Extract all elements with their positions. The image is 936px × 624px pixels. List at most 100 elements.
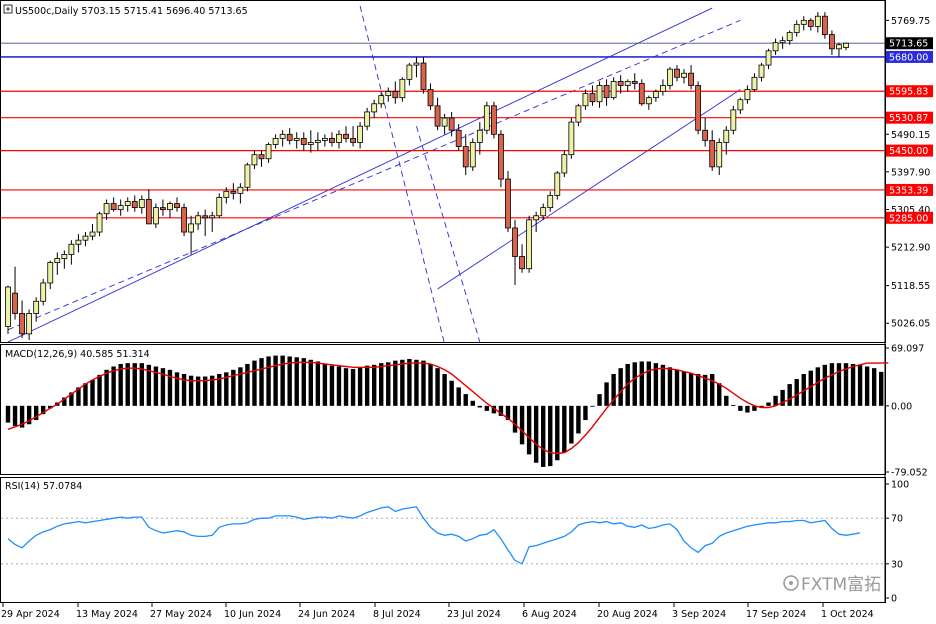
candle-body xyxy=(674,68,680,78)
candle-body xyxy=(47,262,54,284)
candle-body xyxy=(420,62,427,90)
candle-body xyxy=(730,109,737,131)
date-tick-label: 3 Sep 2024 xyxy=(672,609,726,620)
macd-bar xyxy=(357,367,363,406)
macd-tick-label: 69.097 xyxy=(891,344,924,355)
candle-body xyxy=(329,137,335,143)
macd-bar xyxy=(181,374,187,406)
macd-bar xyxy=(386,362,391,406)
candle-body xyxy=(772,42,779,52)
candle-body xyxy=(188,223,194,233)
macd-bar xyxy=(364,365,370,406)
macd-bar xyxy=(266,356,271,406)
date-tick-label: 8 Jul 2024 xyxy=(373,609,421,620)
candle-body xyxy=(265,144,272,160)
candle-body xyxy=(821,15,828,35)
candle-body xyxy=(547,194,554,209)
macd-bar xyxy=(83,383,88,406)
macd-bar xyxy=(456,387,461,406)
candle-body xyxy=(695,85,702,131)
candle-body xyxy=(434,105,441,127)
macd-bar xyxy=(540,405,546,467)
candle-body xyxy=(582,93,589,107)
candle-body xyxy=(110,203,117,211)
macd-bar xyxy=(407,358,412,406)
macd-bar xyxy=(794,379,799,406)
macd-bar xyxy=(336,366,342,406)
candle-body xyxy=(89,231,96,237)
symbol-title: US500c,Daily 5703.15 5715.41 5696.40 571… xyxy=(15,6,248,17)
macd-bar xyxy=(132,363,137,406)
candle-body xyxy=(751,76,758,90)
candle-body xyxy=(526,219,533,270)
level-label: 5680.00 xyxy=(889,52,928,63)
date-tick-label: 29 Apr 2024 xyxy=(1,609,60,620)
candle-body xyxy=(350,137,356,143)
rsi-tick-label: 30 xyxy=(891,559,903,570)
candle-body xyxy=(272,137,279,145)
candle-body xyxy=(448,117,455,131)
trading-chart[interactable]: 5769.755490.155397.905305.405212.905118.… xyxy=(0,0,936,624)
candle-body xyxy=(286,133,293,141)
candle-body xyxy=(667,68,673,86)
candle-body xyxy=(12,292,18,314)
macd-bar xyxy=(710,374,715,406)
candle-body xyxy=(681,72,687,78)
macd-bar xyxy=(477,405,483,408)
macd-bar xyxy=(393,360,398,406)
candle-body xyxy=(279,133,286,139)
candle-body xyxy=(800,19,807,25)
price-tick-label: 5212.90 xyxy=(891,243,930,254)
candle-body xyxy=(441,117,448,127)
macd-bar xyxy=(442,374,447,406)
macd-bar xyxy=(379,363,384,406)
price-tick-label: 5397.90 xyxy=(891,167,930,178)
candle-body xyxy=(814,15,821,27)
candle-body xyxy=(399,78,406,99)
macd-bar xyxy=(322,363,328,406)
candle-body xyxy=(406,64,413,80)
candle-body xyxy=(589,93,596,103)
candle-body xyxy=(723,129,730,143)
macd-bar xyxy=(371,364,377,406)
date-tick-label: 24 Jun 2024 xyxy=(298,609,355,620)
candle-body xyxy=(829,34,835,50)
candle-body xyxy=(174,203,180,209)
candle-body xyxy=(40,282,47,302)
macd-bar xyxy=(864,366,870,406)
macd-bar xyxy=(470,400,475,406)
macd-bar xyxy=(428,363,433,406)
macd-bar xyxy=(569,405,574,444)
candle-body xyxy=(167,203,173,211)
macd-bar xyxy=(738,405,743,411)
macd-bar xyxy=(850,363,856,406)
candle-body xyxy=(476,129,483,143)
macd-bar xyxy=(512,405,518,433)
price-tick-label: 5769.75 xyxy=(891,16,930,27)
rsi-tick-label: 100 xyxy=(891,480,909,491)
candle-body xyxy=(540,207,547,217)
candle-body xyxy=(117,205,124,211)
macd-bar xyxy=(787,384,792,406)
macd-bar xyxy=(104,369,109,406)
candle-body xyxy=(427,89,434,107)
candle-body xyxy=(779,40,786,44)
macd-bar xyxy=(583,405,588,421)
candle-body xyxy=(568,121,575,156)
level-label: 5285.00 xyxy=(889,213,928,224)
macd-bar xyxy=(519,405,525,445)
candle-body xyxy=(19,313,25,335)
date-tick-label: 1 Oct 2024 xyxy=(821,609,874,620)
macd-bar xyxy=(562,405,567,453)
candle-body xyxy=(758,64,765,78)
candle-body xyxy=(575,105,582,123)
macd-bar xyxy=(724,395,729,406)
candle-body xyxy=(392,91,399,99)
candle-body xyxy=(610,80,617,99)
candle-body xyxy=(498,133,504,180)
candle-body xyxy=(54,258,61,263)
macd-bar xyxy=(618,368,623,406)
candle-body xyxy=(244,164,251,188)
macd-bar xyxy=(667,367,673,406)
candle-body xyxy=(652,91,659,99)
